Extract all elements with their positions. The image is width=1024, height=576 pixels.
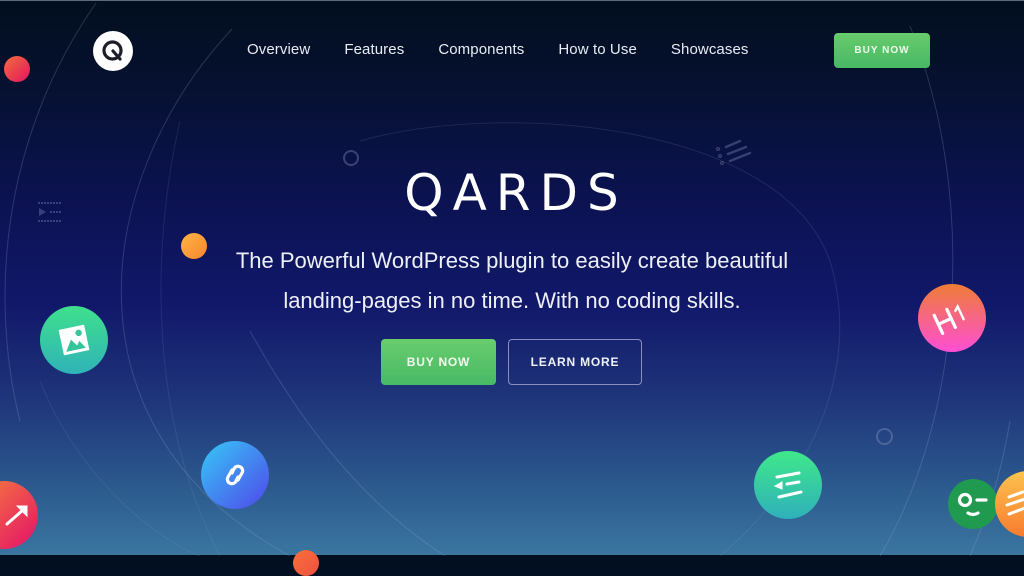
hero-title: QARDS [404,164,628,222]
expand-bubble [0,481,38,549]
hero-buy-now-button[interactable]: BUY NOW [381,339,496,385]
nav-links: Overview Features Components How to Use … [247,41,783,58]
hero-learn-more-button[interactable]: LEARN MORE [508,339,642,385]
nav-link-showcases[interactable]: Showcases [671,41,749,58]
top-navigation: Overview Features Components How to Use … [0,1,1024,101]
coral-dot [293,550,319,576]
nav-link-overview[interactable]: Overview [247,41,310,58]
slider-bubble [995,471,1024,537]
slider-lines-icon [1005,490,1024,516]
nav-link-how-to-use[interactable]: How to Use [558,41,637,58]
toggle-bubble [948,479,998,529]
link-bubble [201,441,269,509]
hero-subtitle-line-1: The Powerful WordPress plugin to easily … [235,248,789,273]
q-logo-icon [102,40,123,61]
image-icon [58,324,90,356]
hero-subtitle-line-2: landing-pages in no time. With no coding… [283,288,741,313]
hero-subtitle: The Powerful WordPress plugin to easily … [0,241,1024,321]
decorative-ring [876,428,893,445]
nav-link-features[interactable]: Features [344,41,404,58]
nav-link-components[interactable]: Components [438,41,524,58]
link-icon [225,464,245,486]
indent-bubble [754,451,822,519]
expand-arrow-icon [5,505,28,526]
toggle-icon [957,492,988,517]
qards-logo[interactable] [93,31,133,71]
nav-buy-now-button[interactable]: BUY NOW [834,33,930,68]
indent-icon [773,471,803,499]
